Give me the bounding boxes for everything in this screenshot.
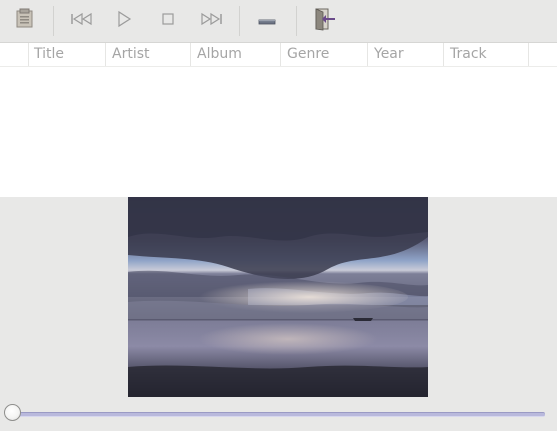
video-area [0,197,557,397]
column-header-status[interactable] [0,43,29,66]
playlist-table[interactable]: Title Artist Album Genre Year Track [0,42,557,198]
video-frame[interactable] [128,197,428,397]
column-header-track[interactable]: Track [444,43,529,66]
playlist-header: Title Artist Album Genre Year Track [0,43,557,67]
seek-slider[interactable] [0,402,557,426]
toolbar [0,0,557,42]
volume-icon [258,12,276,31]
next-track-button[interactable] [196,6,226,36]
stop-icon [160,11,176,31]
next-track-icon [198,11,224,31]
media-player-window: Title Artist Album Genre Year Track [0,0,557,431]
volume-button[interactable] [252,6,282,36]
play-button[interactable] [109,6,139,36]
seek-track[interactable] [12,412,545,417]
seek-handle[interactable] [4,404,21,421]
column-header-album[interactable]: Album [191,43,281,66]
exit-icon [313,7,337,35]
column-header-genre[interactable]: Genre [281,43,368,66]
playlist-icon [14,8,36,34]
play-icon [115,10,133,32]
toolbar-separator [296,6,297,36]
toolbar-separator [53,6,54,36]
previous-track-icon [69,11,95,31]
playlist-button[interactable] [10,6,40,36]
column-header-title[interactable]: Title [28,43,106,66]
previous-track-button[interactable] [67,6,97,36]
column-header-year[interactable]: Year [368,43,444,66]
column-header-artist[interactable]: Artist [106,43,191,66]
stop-button[interactable] [153,6,183,36]
toolbar-separator [239,6,240,36]
exit-button[interactable] [310,6,340,36]
video-frame-image [128,197,428,397]
